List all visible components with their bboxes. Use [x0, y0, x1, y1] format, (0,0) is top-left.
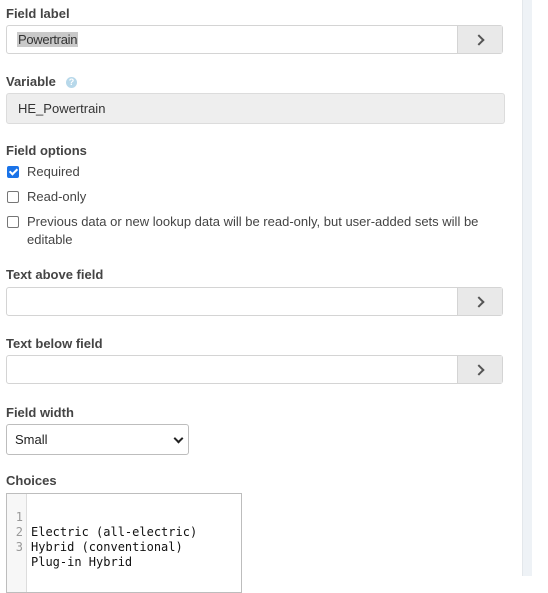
help-icon[interactable]: ? — [66, 77, 77, 88]
read-only-label: Read-only — [27, 189, 87, 204]
choice-line: 3 Plug-in Hybrid — [7, 525, 132, 569]
scrollbar[interactable] — [522, 0, 532, 576]
text-above-expand-button[interactable] — [457, 288, 502, 315]
field-width-value: Small — [15, 432, 48, 447]
field-label-expand-button[interactable] — [457, 26, 502, 53]
field-width-select[interactable]: Small — [6, 424, 189, 455]
required-label: Required — [27, 164, 80, 179]
line-number: 3 — [15, 540, 23, 554]
required-checkbox[interactable] — [7, 166, 19, 178]
field-label-input[interactable]: Powertrain — [7, 26, 457, 53]
variable-heading: Variable — [6, 74, 56, 89]
choice-line: 1 Electric (all-electric) — [7, 495, 197, 539]
chevron-down-icon — [173, 433, 184, 444]
choice-text: Hybrid (conventional) — [31, 540, 183, 554]
read-only-checkbox[interactable] — [7, 191, 19, 203]
previous-data-label: Previous data or new lookup data will be… — [27, 214, 479, 247]
chevron-right-icon — [472, 33, 485, 46]
field-label-heading: Field label — [6, 6, 70, 21]
field-options-heading: Field options — [6, 143, 87, 158]
field-label-input-group: Powertrain — [6, 25, 503, 54]
read-only-option[interactable]: Read-only — [6, 188, 86, 206]
choice-text: Plug-in Hybrid — [31, 555, 133, 569]
choices-heading: Choices — [6, 473, 57, 488]
field-editor-panel: Field label Powertrain Variable ? HE_Pow… — [0, 0, 522, 593]
text-below-input[interactable] — [7, 356, 457, 383]
variable-value: HE_Powertrain — [18, 101, 106, 116]
chevron-right-icon — [472, 363, 485, 376]
choice-line: 2 Hybrid (conventional) — [7, 510, 183, 554]
chevron-right-icon — [472, 295, 485, 308]
text-above-heading: Text above field — [6, 267, 104, 282]
variable-field: HE_Powertrain — [6, 93, 505, 124]
text-below-heading: Text below field — [6, 336, 103, 351]
required-option[interactable]: Required — [6, 163, 80, 181]
text-below-expand-button[interactable] — [457, 356, 502, 383]
previous-data-checkbox[interactable] — [7, 216, 19, 228]
choices-editor[interactable]: 1 Electric (all-electric) 2 Hybrid (conv… — [6, 493, 242, 593]
text-above-input-group — [6, 287, 503, 316]
previous-data-option[interactable]: Previous data or new lookup data will be… — [6, 213, 501, 249]
text-above-input[interactable] — [7, 288, 457, 315]
text-below-input-group — [6, 355, 503, 384]
field-width-heading: Field width — [6, 405, 74, 420]
field-label-value: Powertrain — [17, 32, 79, 47]
choice-text: Electric (all-electric) — [31, 525, 198, 539]
